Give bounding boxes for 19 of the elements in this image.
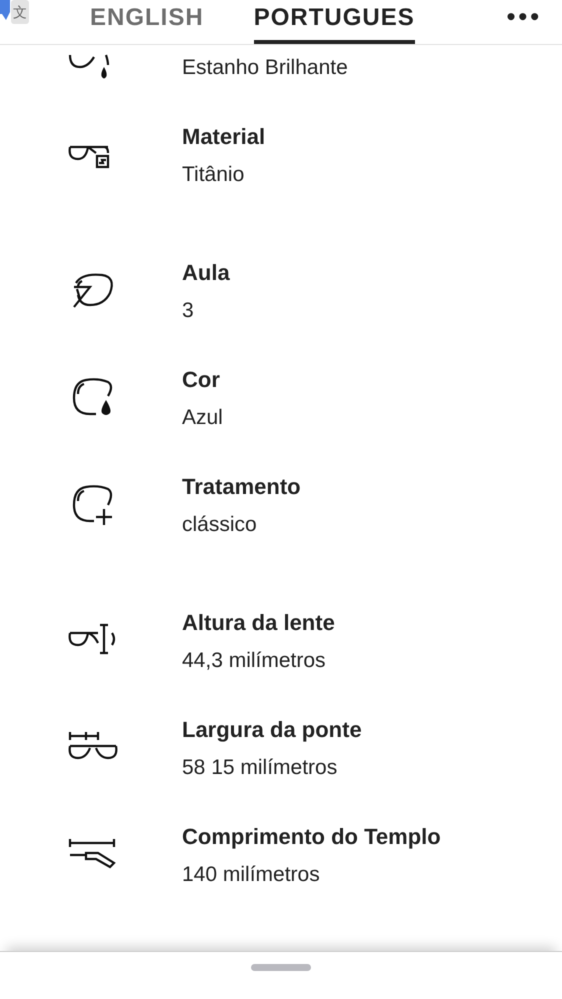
- spec-label: Cor: [182, 366, 220, 394]
- spec-label: Largura da ponte: [182, 716, 362, 744]
- spec-value: 140 milímetros: [182, 862, 320, 888]
- tab[interactable]: PORTUGUES: [254, 0, 415, 44]
- spec-label: Material: [182, 123, 266, 151]
- spec-value: clássico: [182, 512, 257, 538]
- tab[interactable]: ENGLISH: [90, 0, 204, 44]
- spec-value: 58 15 milímetros: [182, 755, 338, 781]
- spec-label: Comprimento do Templo: [182, 823, 441, 851]
- spec-value: Azul: [182, 405, 223, 431]
- spec-value: Estanho Brilhante: [182, 55, 348, 81]
- spec-value: 44,3 milímetros: [182, 648, 326, 674]
- spec-label: Aula: [182, 259, 230, 287]
- home-indicator: [251, 964, 311, 971]
- spec-value: 3: [182, 298, 194, 324]
- more-button[interactable]: •••: [504, 4, 540, 30]
- spec-label: Altura da lente: [182, 609, 335, 637]
- spec-value: Titânio: [182, 162, 244, 188]
- spec-label: Tratamento: [182, 473, 301, 501]
